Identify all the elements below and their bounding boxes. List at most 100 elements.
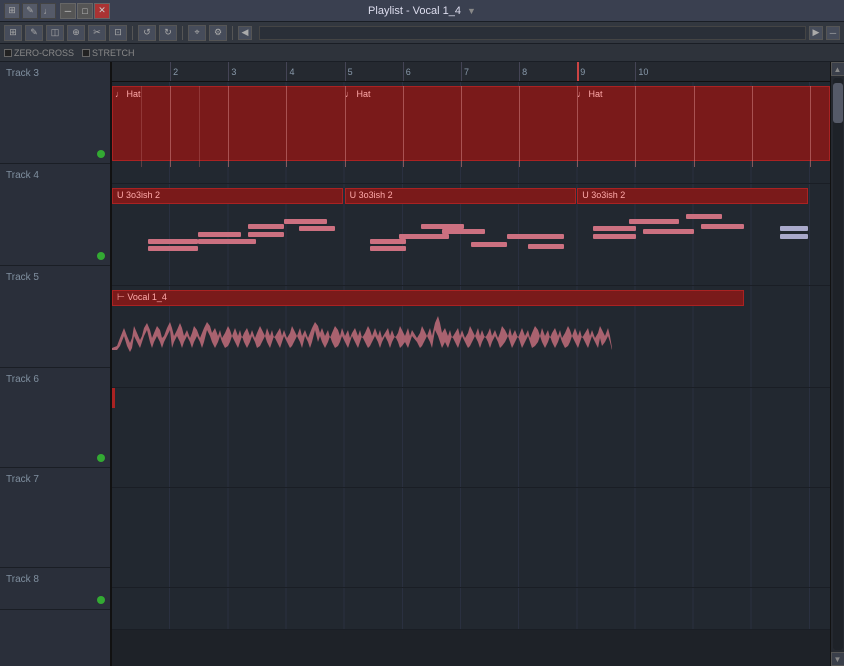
- track-label-5[interactable]: Track 5: [0, 266, 110, 368]
- title-bar-icons: ⊞ ✎ ♩: [0, 3, 60, 19]
- note-icon[interactable]: ♩: [40, 3, 56, 19]
- midi-note: [399, 234, 449, 239]
- track-active-dot-8: [97, 596, 105, 604]
- track-row-3[interactable]: ♩ Hat ♩ Hat ♩ Hat: [112, 82, 830, 184]
- tmark-5: 5: [345, 62, 353, 81]
- tool-snap[interactable]: ⌖: [188, 25, 206, 41]
- toolbar: ⊞ ✎ ◫ ⊕ ✂ ⊡ ↺ ↻ ⌖ ⚙ ◀ ▶ ─: [0, 22, 844, 44]
- waveform-svg: [112, 308, 744, 382]
- tool-undo[interactable]: ↺: [138, 25, 156, 41]
- dropdown-arrow[interactable]: ▼: [467, 6, 476, 16]
- track-row-7[interactable]: [112, 488, 830, 588]
- title-text: Playlist - Vocal 1_4: [368, 5, 461, 17]
- track-labels-panel: Track 3 Track 4 Track 5 Track 6 Track 7 …: [0, 62, 112, 666]
- waveform-path: [112, 316, 612, 352]
- track-label-7[interactable]: Track 7: [0, 468, 110, 568]
- separator-3: [232, 26, 233, 40]
- minimize-button[interactable]: ─: [60, 3, 76, 19]
- hat-label-3: ♩ Hat: [577, 89, 603, 99]
- midi-note: [701, 224, 744, 229]
- midi-note: [370, 239, 406, 244]
- 3o3-label-3: U 3o3ish 2: [578, 188, 629, 202]
- midi-note-gray: [780, 226, 809, 231]
- 3o3-bar-2[interactable]: U 3o3ish 2: [345, 188, 576, 204]
- midi-note: [686, 214, 722, 219]
- tool-cut[interactable]: ✂: [88, 25, 106, 41]
- window-title: Playlist - Vocal 1_4 ▼: [368, 5, 476, 17]
- tool-select[interactable]: ⊞: [4, 25, 22, 41]
- zero-cross-checkbox[interactable]: [4, 49, 12, 57]
- cursor-icon[interactable]: ✎: [22, 3, 38, 19]
- midi-note: [198, 232, 241, 237]
- midi-note: [593, 226, 636, 231]
- waveform-container: [112, 308, 744, 382]
- midi-note: [471, 242, 507, 247]
- tool-erase[interactable]: ◫: [46, 25, 64, 41]
- maximize-button[interactable]: □: [77, 3, 93, 19]
- tool-redo[interactable]: ↻: [159, 25, 177, 41]
- hat-block-full[interactable]: ♩ Hat ♩ Hat ♩ Hat: [112, 86, 830, 161]
- scroll-track[interactable]: [833, 78, 843, 650]
- scroll-down-button[interactable]: ▼: [831, 652, 844, 666]
- playlist-icon[interactable]: ⊞: [4, 3, 20, 19]
- tracks-container: ♩ Hat ♩ Hat ♩ Hat: [112, 82, 830, 666]
- 3o3-bar-3[interactable]: U 3o3ish 2: [577, 188, 808, 204]
- options-bar: ZERO-CROSS STRETCH: [0, 44, 844, 62]
- title-bar: ⊞ ✎ ♩ Playlist - Vocal 1_4 ▼ ─ □ ✕: [0, 0, 844, 22]
- midi-note-gray: [780, 234, 809, 239]
- separator-2: [182, 26, 183, 40]
- midi-note: [299, 226, 335, 231]
- separator-1: [132, 26, 133, 40]
- zero-cross-option[interactable]: ZERO-CROSS: [4, 48, 74, 58]
- stretch-option[interactable]: STRETCH: [82, 48, 135, 58]
- tool-move[interactable]: ⊕: [67, 25, 85, 41]
- midi-note: [442, 229, 485, 234]
- midi-note: [643, 229, 693, 234]
- vocal-bar[interactable]: ⊢ Vocal 1_4: [112, 290, 744, 306]
- tmark-2: 2: [170, 62, 178, 81]
- vertical-scrollbar[interactable]: ▲ ▼: [830, 62, 844, 666]
- track-row-8[interactable]: [112, 588, 830, 630]
- track-name-3: Track 3: [6, 66, 39, 79]
- timeline-markers-container: 2 3 4 5 6 7 8 9 10: [112, 62, 830, 81]
- 3o3-bar-1[interactable]: U 3o3ish 2: [112, 188, 343, 204]
- scroll-up-button[interactable]: ▲: [831, 62, 844, 76]
- midi-note: [248, 232, 284, 237]
- tool-draw[interactable]: ✎: [25, 25, 43, 41]
- tmark-10: 10: [635, 62, 648, 81]
- track-label-3[interactable]: Track 3: [0, 62, 110, 164]
- track-name-5: Track 5: [6, 270, 39, 283]
- close-button[interactable]: ✕: [94, 3, 110, 19]
- tool-zoom[interactable]: ⊡: [109, 25, 127, 41]
- midi-note: [629, 219, 679, 224]
- track-name-8: Track 8: [6, 572, 39, 585]
- horizontal-scrollbar-top[interactable]: [259, 26, 806, 40]
- track-row-4[interactable]: U 3o3ish 2 U 3o3ish 2 U 3o3ish 2: [112, 184, 830, 286]
- tmark-3: 3: [228, 62, 236, 81]
- window-controls: ─ □ ✕: [60, 3, 112, 19]
- midi-note: [248, 224, 284, 229]
- track-label-4[interactable]: Track 4: [0, 164, 110, 266]
- midi-note: [593, 234, 636, 239]
- track-label-6[interactable]: Track 6: [0, 368, 110, 468]
- midi-note: [370, 246, 406, 251]
- midi-note: [284, 219, 327, 224]
- track6-marker: [112, 388, 115, 408]
- scroll-minus[interactable]: ─: [826, 26, 840, 40]
- scroll-thumb[interactable]: [833, 83, 843, 123]
- track-active-dot-4: [97, 252, 105, 260]
- vocal-label: ⊢ Vocal 1_4: [113, 290, 171, 304]
- scroll-left-arrow[interactable]: ◀: [238, 26, 252, 40]
- track-row-5[interactable]: ⊢ Vocal 1_4: [112, 286, 830, 388]
- midi-note: [148, 246, 198, 251]
- scroll-right-arrow[interactable]: ▶: [809, 26, 823, 40]
- tool-options[interactable]: ⚙: [209, 25, 227, 41]
- track-label-8[interactable]: Track 8: [0, 568, 110, 610]
- track-row-6[interactable]: [112, 388, 830, 488]
- track-area-wrapper: 2 3 4 5 6 7 8 9 10 ♩ Ha: [112, 62, 844, 666]
- stretch-checkbox[interactable]: [82, 49, 90, 57]
- 3o3-label-2: U 3o3ish 2: [346, 188, 397, 202]
- track-area: 2 3 4 5 6 7 8 9 10 ♩ Ha: [112, 62, 830, 666]
- main-area: Track 3 Track 4 Track 5 Track 6 Track 7 …: [0, 62, 844, 666]
- midi-note: [507, 234, 564, 239]
